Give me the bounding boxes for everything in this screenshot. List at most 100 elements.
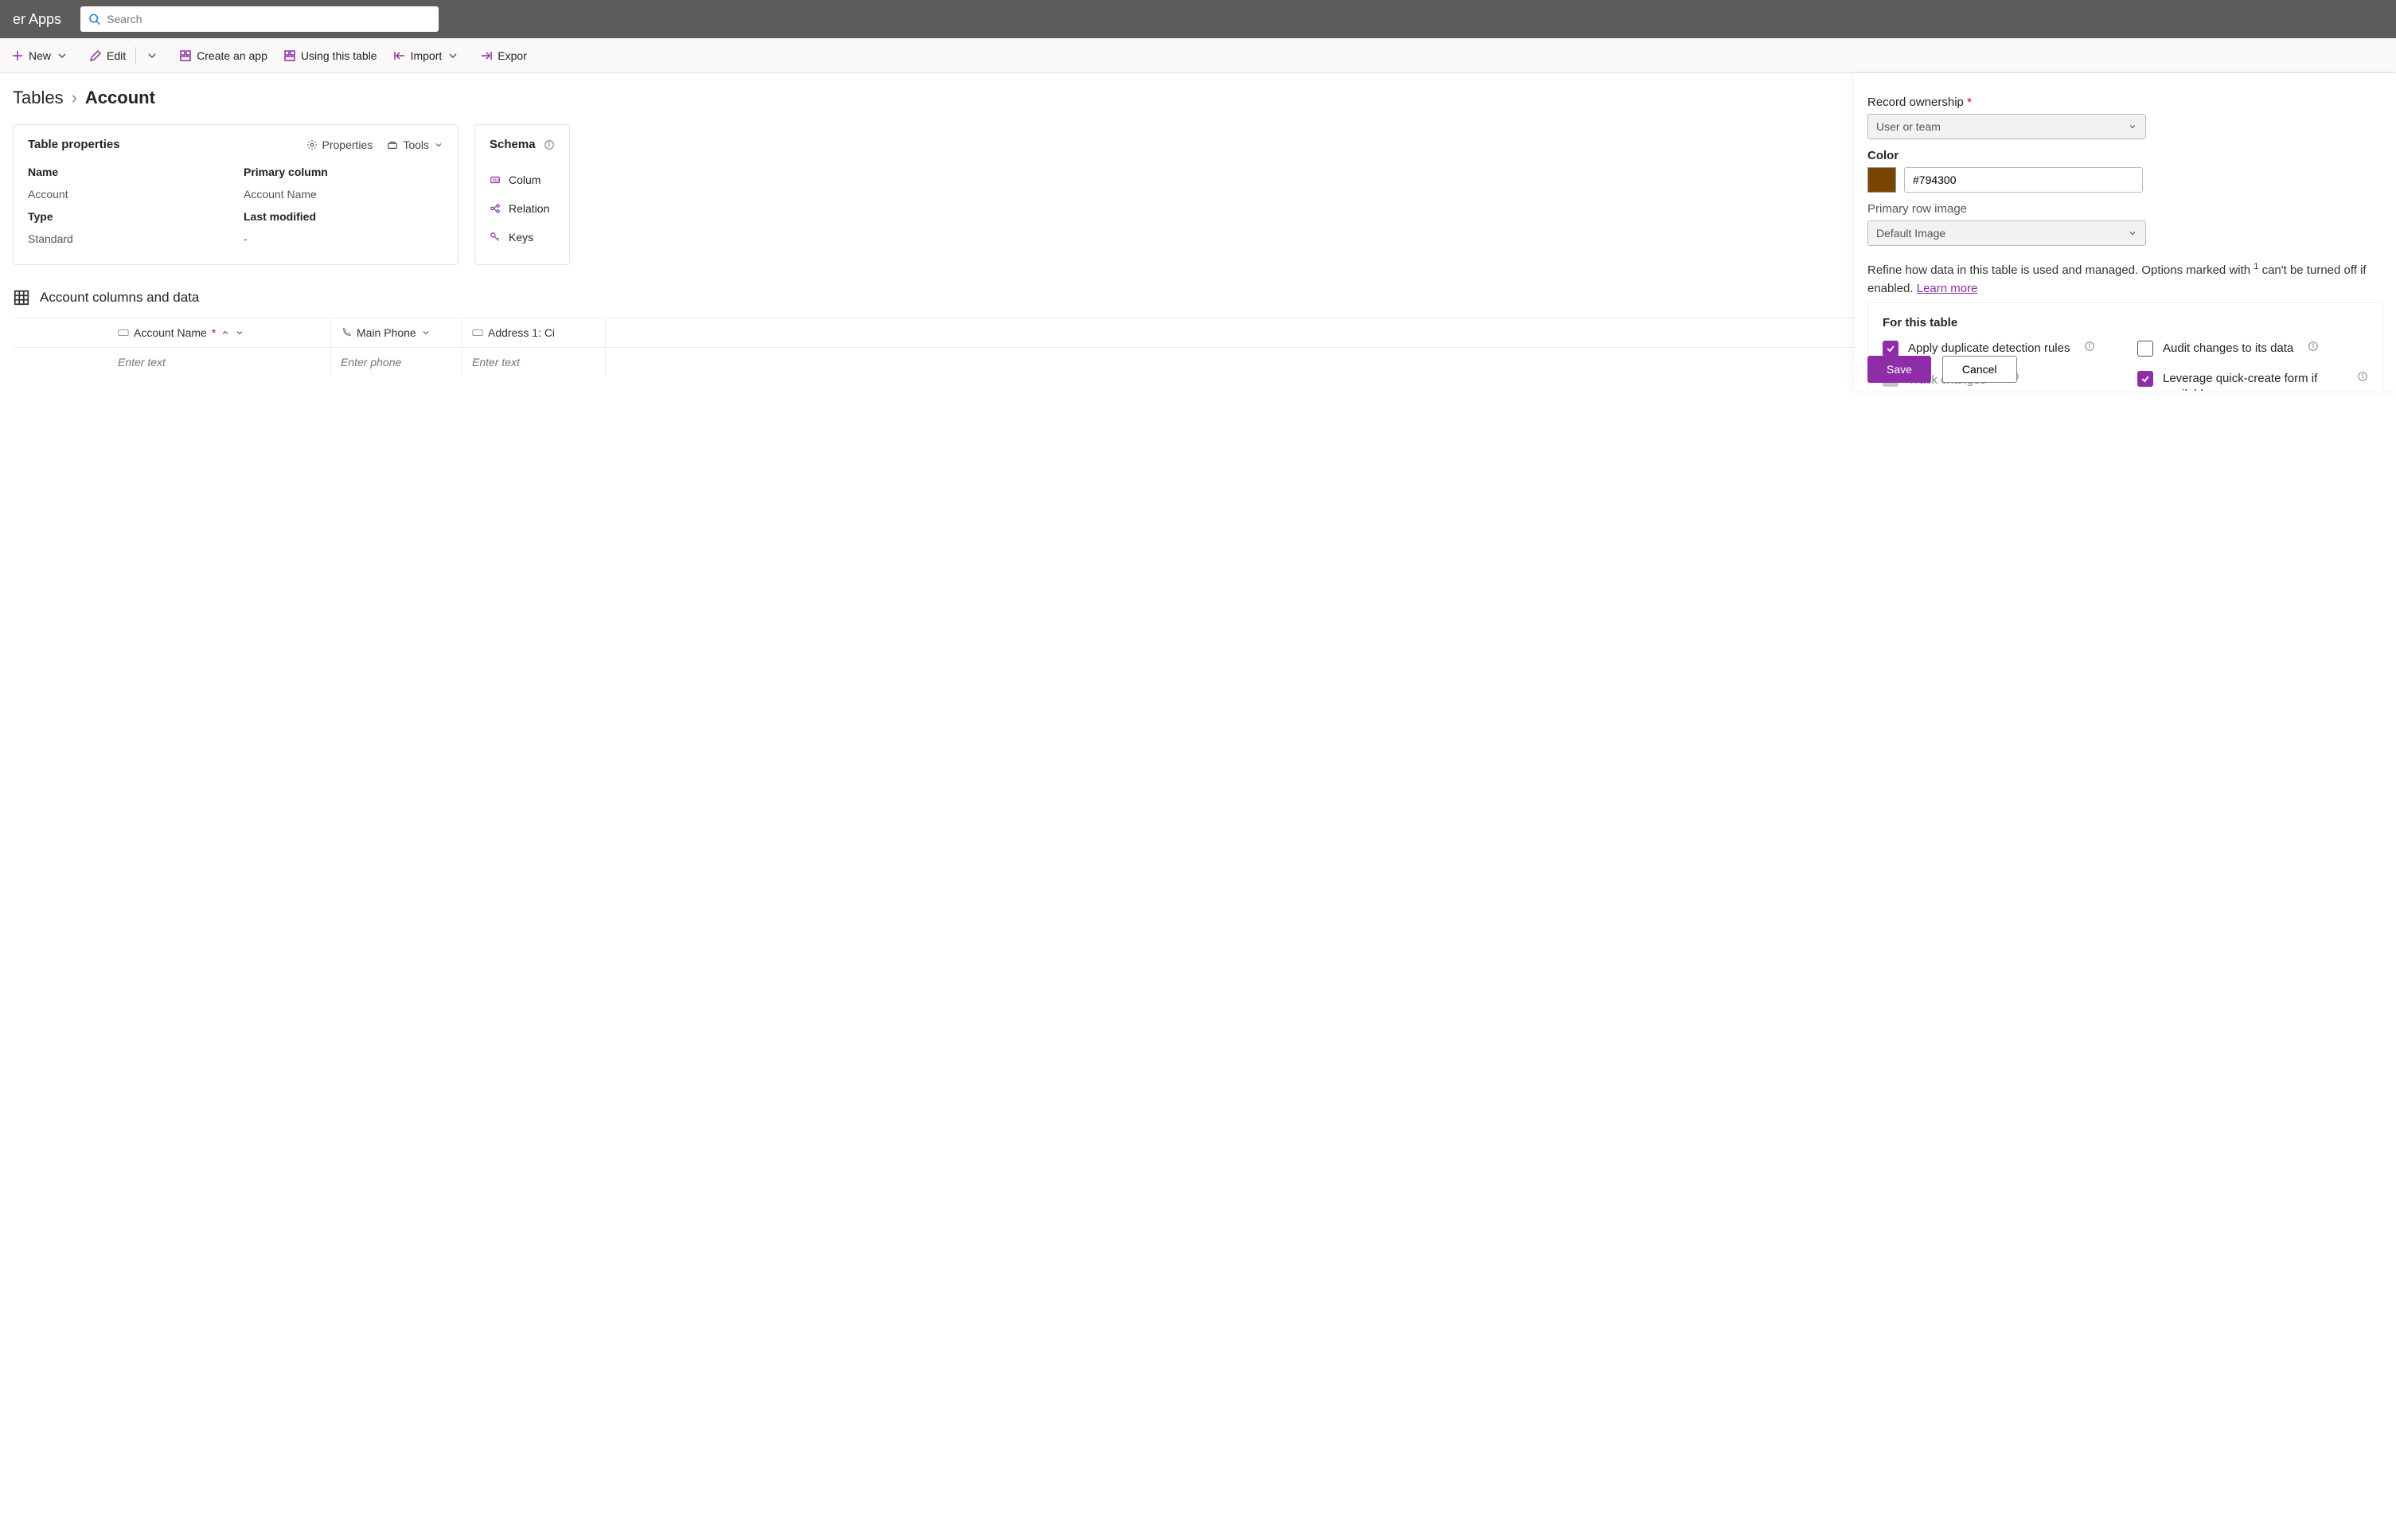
search-container — [80, 6, 439, 32]
separator — [135, 47, 136, 64]
type-value: Standard — [28, 232, 228, 245]
chevron-down-icon — [2128, 228, 2137, 238]
panel-footer: Save Cancel — [1867, 356, 2017, 383]
grid-icon — [13, 289, 30, 306]
chevron-down-icon — [2128, 122, 2137, 131]
schema-columns[interactable]: Abc Colum — [490, 166, 555, 194]
properties-action[interactable]: Properties — [306, 138, 373, 151]
gear-icon — [306, 139, 318, 150]
chevron-down-icon — [146, 49, 158, 62]
checkbox[interactable] — [2137, 341, 2153, 357]
refine-a: Refine how data in this table is used an… — [1867, 263, 2254, 277]
text-icon — [472, 327, 483, 338]
app-header: er Apps — [0, 0, 2396, 38]
schema-title: Schema — [490, 138, 536, 151]
checkbox[interactable] — [1883, 341, 1898, 357]
for-this-table-title: For this table — [1883, 316, 2368, 329]
opt-quick-label: Leverage quick-create form if available — [2163, 371, 2343, 391]
create-app-label: Create an app — [197, 49, 267, 62]
new-label: New — [29, 49, 51, 62]
info-icon[interactable] — [2357, 371, 2368, 382]
info-icon[interactable] — [544, 139, 555, 150]
import-icon — [393, 49, 406, 62]
color-input[interactable] — [1904, 167, 2143, 193]
primary-image-label: Primary row image — [1867, 202, 2383, 216]
export-label: Expor — [498, 49, 527, 62]
sort-up-icon — [220, 328, 230, 337]
new-phone-cell[interactable]: Enter phone — [331, 348, 462, 376]
toolbox-icon — [387, 139, 398, 150]
chevron-down-icon — [56, 49, 68, 62]
record-ownership-value: User or team — [1876, 120, 1941, 133]
col-account-name[interactable]: Account Name * — [108, 318, 331, 347]
create-app-button[interactable]: Create an app — [171, 38, 275, 72]
chevron-down-icon — [235, 328, 244, 337]
breadcrumb-current: Account — [85, 88, 155, 108]
search-input[interactable] — [107, 13, 431, 25]
chevron-down-icon — [421, 328, 431, 337]
primary-label: Primary column — [244, 166, 443, 178]
col-account-label: Account Name — [134, 326, 207, 339]
col-address[interactable]: Address 1: Ci — [462, 318, 606, 347]
edit-dropdown[interactable] — [138, 38, 171, 72]
new-address-cell[interactable]: Enter text — [462, 348, 606, 376]
text-icon: Abc — [490, 174, 501, 185]
chevron-down-icon — [434, 140, 443, 150]
relation-icon — [490, 203, 501, 214]
using-table-button[interactable]: Using this table — [275, 38, 385, 72]
learn-more-link[interactable]: Learn more — [1917, 282, 1978, 295]
svg-text:Abc: Abc — [493, 178, 500, 183]
search-box[interactable] — [80, 6, 439, 32]
color-swatch[interactable] — [1867, 167, 1896, 193]
schema-keys-label: Keys — [509, 231, 533, 244]
last-modified-label: Last modified — [244, 210, 443, 223]
card-title: Table properties — [28, 138, 120, 151]
app-title: er Apps — [13, 11, 61, 28]
tools-action[interactable]: Tools — [387, 138, 443, 151]
refine-text: Refine how data in this table is used an… — [1867, 260, 2383, 298]
col-phone-label: Main Phone — [357, 326, 416, 339]
schema-columns-label: Colum — [509, 173, 540, 186]
primary-image-value: Default Image — [1876, 227, 1945, 240]
color-label: Color — [1867, 149, 2383, 162]
using-table-label: Using this table — [301, 49, 377, 62]
checkbox[interactable] — [2137, 371, 2153, 387]
info-icon[interactable] — [2084, 341, 2095, 352]
command-bar: New Edit Create an app Using this table … — [0, 38, 2396, 73]
required-mark: * — [212, 326, 216, 339]
name-label: Name — [28, 166, 228, 178]
breadcrumb-root[interactable]: Tables — [13, 88, 64, 108]
opt-duplicate-detection[interactable]: Apply duplicate detection rules — [1883, 341, 2113, 357]
new-button[interactable]: New — [3, 38, 81, 72]
new-account-cell[interactable]: Enter text — [108, 348, 331, 376]
cancel-button[interactable]: Cancel — [1942, 356, 2017, 383]
search-icon — [88, 13, 100, 25]
edit-button[interactable]: Edit — [81, 38, 134, 72]
data-section-title: Account columns and data — [40, 290, 199, 306]
primary-image-select: Default Image — [1867, 220, 2146, 246]
record-ownership-select: User or team — [1867, 114, 2146, 139]
chevron-down-icon — [447, 49, 459, 62]
opt-quickcreate[interactable]: Leverage quick-create form if available — [2137, 371, 2368, 391]
name-value: Account — [28, 188, 228, 201]
table-properties-card: Table properties Properties Tools Name P… — [13, 124, 459, 265]
edit-icon — [89, 49, 102, 62]
col-main-phone[interactable]: Main Phone — [331, 318, 462, 347]
key-icon — [490, 232, 501, 243]
phone-icon — [341, 327, 352, 338]
primary-value: Account Name — [244, 188, 443, 201]
info-icon[interactable] — [2308, 341, 2319, 352]
app-icon — [179, 49, 192, 62]
import-button[interactable]: Import — [385, 38, 473, 72]
edit-label: Edit — [107, 49, 126, 62]
schema-keys[interactable]: Keys — [490, 223, 555, 251]
export-button[interactable]: Expor — [472, 38, 535, 72]
record-ownership-label: Record ownership — [1867, 96, 2383, 109]
opt-audit[interactable]: Audit changes to its data — [2137, 341, 2368, 357]
schema-relationships[interactable]: Relation — [490, 194, 555, 223]
main-content: Tables › Account Table properties Proper… — [0, 73, 2396, 391]
opt-audit-label: Audit changes to its data — [2163, 341, 2293, 357]
import-label: Import — [411, 49, 443, 62]
save-button[interactable]: Save — [1867, 356, 1931, 383]
opt-dup-label: Apply duplicate detection rules — [1908, 341, 2070, 357]
